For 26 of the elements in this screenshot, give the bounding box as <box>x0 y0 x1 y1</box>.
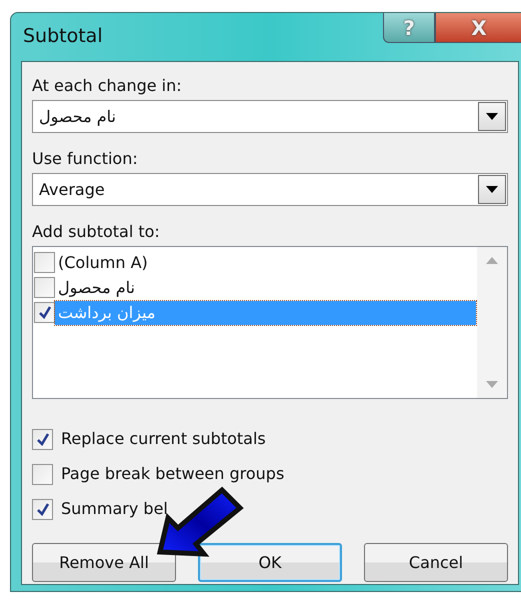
list-item[interactable]: (Column A) <box>55 250 476 274</box>
field-label: Use function: <box>32 149 139 169</box>
field-label: At each change in: <box>32 76 183 96</box>
dialog-button[interactable]: OK <box>198 543 342 582</box>
scroll-down-icon[interactable] <box>486 381 498 388</box>
change-dropdown[interactable]: نام محصول <box>32 100 508 133</box>
option-label[interactable]: Replace current subtotals <box>61 427 266 451</box>
checkbox[interactable] <box>34 252 55 273</box>
checkmark-icon <box>36 432 50 446</box>
checkbox[interactable] <box>32 498 53 520</box>
window-title: Subtotal <box>23 24 103 49</box>
option-label[interactable]: Summary bel <box>61 497 168 521</box>
checkbox[interactable] <box>32 428 53 450</box>
checkmark-icon <box>38 306 52 319</box>
checkbox[interactable] <box>34 302 55 323</box>
dialog-button[interactable]: Cancel <box>364 543 508 582</box>
dialog-button[interactable]: Remove All <box>32 543 176 582</box>
checkmark-icon <box>36 502 50 516</box>
field-label: Add subtotal to: <box>32 222 161 242</box>
scrollbar[interactable] <box>477 247 507 398</box>
list-item[interactable]: نام محصول <box>55 276 476 300</box>
checkbox[interactable] <box>32 464 53 484</box>
scroll-up-icon[interactable] <box>486 257 498 264</box>
option-label[interactable]: Page break between groups <box>61 462 284 486</box>
checkbox[interactable] <box>34 277 55 298</box>
function-dropdown[interactable]: Average <box>32 173 508 206</box>
